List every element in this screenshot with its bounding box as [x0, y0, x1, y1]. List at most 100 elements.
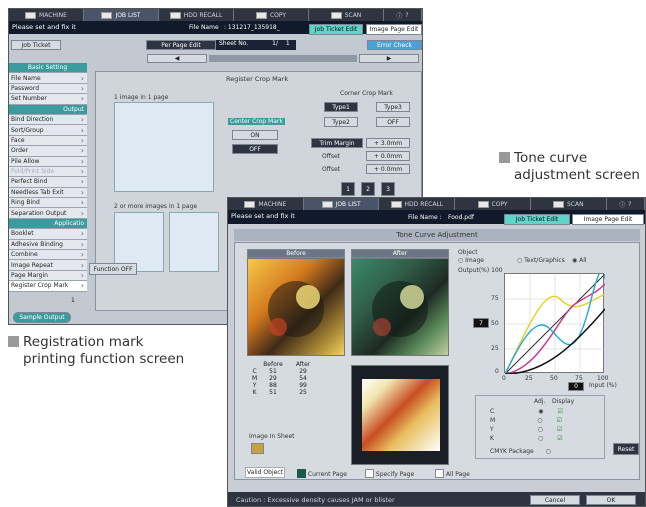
menu-item-pile-allow[interactable]: Pile Allow — [9, 156, 87, 167]
menu-item-file-name[interactable]: File Name — [9, 73, 87, 84]
tab-scan[interactable]: SCAN — [531, 198, 607, 210]
file-name-value: Food.pdf — [448, 214, 475, 221]
display-check-k[interactable]: ☑ — [557, 435, 562, 442]
object-label: Object — [458, 249, 478, 256]
menu-item-password[interactable]: Password — [9, 83, 87, 95]
object-option-text[interactable]: ○ Text/Graphics — [517, 257, 565, 264]
current-page-option[interactable]: Current Page — [297, 469, 347, 478]
tab-job-list[interactable]: JOB LIST — [303, 198, 380, 210]
caption-bullet-icon — [499, 152, 510, 163]
ok-button[interactable]: OK — [586, 495, 636, 505]
menu-item-sort-group[interactable]: Sort/Group — [9, 125, 87, 136]
after-image — [351, 258, 449, 356]
offset-h-value[interactable]: + 0.0mm — [366, 151, 410, 161]
left-arrow-icon: ◀ — [174, 55, 180, 62]
menu-item-combine[interactable]: Combine — [9, 250, 87, 261]
tab-machine[interactable]: MACHINE — [228, 198, 304, 210]
type2-button[interactable]: Type2 — [324, 117, 358, 127]
object-option-all[interactable]: ◉ All — [572, 257, 587, 264]
function-off-button[interactable]: Function OFF — [89, 263, 137, 275]
type1-button[interactable]: Type1 — [324, 102, 358, 112]
valid-object-bar: Valid Object Current Page Specify Page A… — [245, 467, 635, 478]
prev-page-button[interactable]: ◀ — [147, 54, 207, 63]
image-in-sheet-button[interactable] — [251, 443, 264, 454]
sample-output-button[interactable]: Sample Output — [13, 312, 71, 323]
tab-copy[interactable]: COPY — [234, 9, 309, 21]
cmyk-package-label[interactable]: CMYK Package ○ — [490, 448, 551, 455]
before-image — [247, 258, 345, 356]
info-help-icons[interactable]: ⓘ? — [384, 9, 422, 21]
menu-item-page-margin[interactable]: Page Margin — [9, 270, 87, 282]
menu-item-separation-output[interactable]: Separation Output — [9, 208, 87, 219]
specify-page-option[interactable]: Specify Page — [365, 469, 414, 478]
tone-curve-title-bar: Tone Curve Adjustment — [234, 229, 640, 241]
hdd-icon — [169, 11, 181, 19]
num-button-3[interactable]: 3 — [381, 182, 395, 196]
job-ticket-edit-button[interactable]: Job Ticket Edit — [504, 214, 570, 225]
machine-icon — [25, 11, 37, 19]
section-basic-setting: Basic Setting — [9, 63, 87, 74]
job-ticket-tab[interactable]: Job Ticket — [11, 40, 61, 50]
menu-item-image-repeat[interactable]: Image Repeat — [9, 260, 87, 271]
menu-item-set-number[interactable]: Set Number — [9, 94, 87, 105]
num-button-1[interactable]: 1 — [341, 182, 355, 196]
menu-item-booklet[interactable]: Booklet — [9, 229, 87, 240]
specify-page-check[interactable] — [365, 469, 374, 478]
menu-item-register-crop-mark[interactable]: Register Crop Mark — [9, 281, 87, 292]
menu-item-perfect-bind[interactable]: Perfect Bind — [9, 177, 87, 188]
job-ticket-edit-button[interactable]: Job Ticket Edit — [309, 24, 363, 35]
page-scroll-track[interactable] — [209, 55, 357, 62]
info-icon: ⓘ — [619, 201, 626, 209]
tab-scan[interactable]: SCAN — [309, 9, 384, 21]
all-page-check[interactable] — [435, 469, 444, 478]
menu-item-order[interactable]: Order — [9, 146, 87, 157]
trim-margin-value[interactable]: + 3.0mm — [366, 138, 410, 148]
next-page-button[interactable]: ▶ — [359, 54, 419, 63]
display-check-y[interactable]: ☑ — [557, 426, 562, 433]
tab-hdd-recall[interactable]: HDD RECALL — [379, 198, 456, 210]
reset-button[interactable]: Reset — [613, 443, 639, 455]
file-name-label: File Name — [189, 24, 219, 31]
display-check-c[interactable]: ☑ — [557, 408, 562, 415]
all-page-option[interactable]: All Page — [435, 469, 470, 478]
tab-copy[interactable]: COPY — [455, 198, 531, 210]
help-icon: ? — [405, 11, 409, 19]
cmyk-package-radio[interactable]: ○ — [546, 448, 551, 455]
offset-v-value[interactable]: + 0.0mm — [366, 164, 410, 174]
current-page-check[interactable] — [297, 469, 306, 478]
info-help-icons[interactable]: ⓘ? — [607, 198, 645, 210]
center-crop-off-button[interactable]: OFF — [232, 144, 278, 154]
corner-off-button[interactable]: OFF — [376, 117, 410, 127]
image-page-edit-button[interactable]: Image Page Edit — [572, 214, 644, 225]
adj-row-k: K ○ ☑ — [490, 435, 563, 442]
adj-radio-k[interactable]: ○ — [538, 435, 543, 442]
menu-item-face[interactable]: Face — [9, 135, 87, 147]
type3-button[interactable]: Type3 — [376, 102, 410, 112]
y-tick-25: 25 — [491, 345, 499, 352]
panel-title: Register Crop Mark — [226, 75, 289, 83]
tab-job-list[interactable]: JOB LIST — [84, 9, 159, 21]
num-button-2[interactable]: 2 — [361, 182, 375, 196]
menu-item-adhesive-binding[interactable]: Adhesive Binding — [9, 239, 87, 251]
tab-machine[interactable]: MACHINE — [9, 9, 84, 21]
output-value-field[interactable]: 7 — [473, 318, 489, 328]
input-value-field[interactable]: 0 — [568, 382, 584, 391]
object-option-image[interactable]: ○ Image — [458, 257, 484, 264]
help-icon: ? — [628, 200, 632, 208]
per-page-edit-button[interactable]: Per Page Edit — [146, 40, 216, 50]
error-check-button[interactable]: Error Check — [367, 40, 422, 50]
adj-radio-y[interactable]: ○ — [538, 426, 543, 433]
tone-curve-graph[interactable] — [504, 268, 606, 375]
menu-item-ring-bind[interactable]: Ring Bind — [9, 198, 87, 209]
image-page-edit-button[interactable]: Image Page Edit — [366, 24, 422, 35]
adj-radio-c[interactable]: ◉ — [538, 408, 543, 415]
sheet-no-label: Sheet No. — [219, 40, 249, 47]
one-image-label: 1 image in 1 page — [114, 94, 169, 101]
cancel-button[interactable]: Cancel — [530, 495, 580, 505]
menu-item-needless-tab-exit[interactable]: Needless Tab Exit — [9, 187, 87, 199]
display-check-m[interactable]: ☑ — [556, 417, 561, 424]
menu-item-bind-direction[interactable]: Bind Direction — [9, 114, 87, 126]
tab-hdd-recall[interactable]: HDD RECALL — [159, 9, 234, 21]
center-crop-on-button[interactable]: ON — [232, 130, 278, 140]
adj-radio-m[interactable]: ○ — [537, 417, 542, 424]
